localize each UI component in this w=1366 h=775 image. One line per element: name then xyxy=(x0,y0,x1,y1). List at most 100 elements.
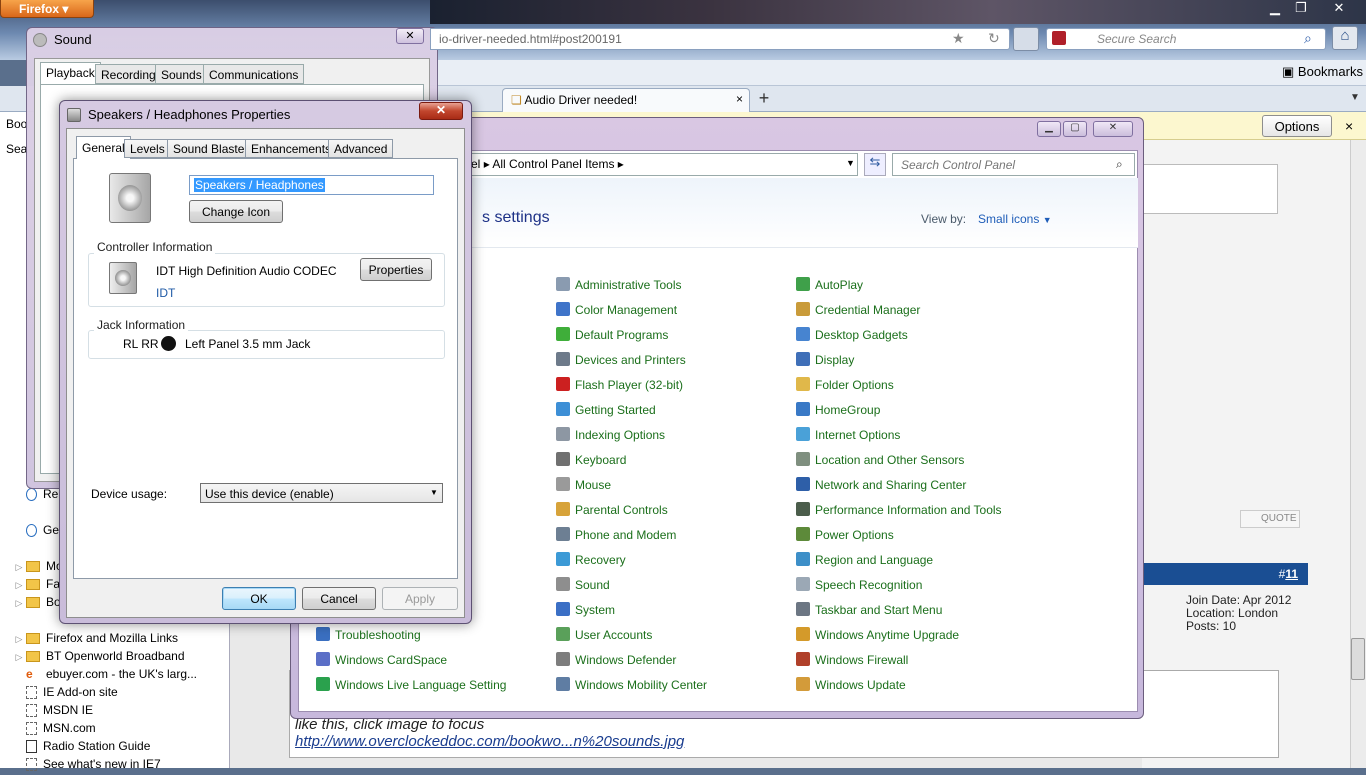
url-bar[interactable]: io-driver-needed.html#post200191 xyxy=(430,28,1010,50)
sidebar-item[interactable]: e ebuyer.com - the UK's larg... xyxy=(12,667,232,685)
cp-item[interactable]: Color Management xyxy=(556,302,677,322)
tab-playback[interactable]: Playback xyxy=(40,62,101,84)
tab-audio-driver[interactable]: ❏ Audio Driver needed! × xyxy=(502,88,750,112)
refresh-icon[interactable]: ⇆ xyxy=(864,153,886,176)
cp-item[interactable]: Speech Recognition xyxy=(796,577,922,597)
quote-button[interactable]: QUOTE xyxy=(1240,510,1300,528)
close-icon[interactable]: ✕ xyxy=(419,102,463,120)
tab-enhancements[interactable]: Enhancements xyxy=(245,139,338,158)
cp-item[interactable]: Windows Update xyxy=(796,677,906,697)
device-usage-select[interactable]: Use this device (enable) xyxy=(200,483,443,503)
cp-item[interactable]: Windows Anytime Upgrade xyxy=(796,627,959,647)
minimize-icon[interactable]: ▁ xyxy=(1037,121,1061,137)
search-icon[interactable]: ⌕ xyxy=(1304,30,1312,47)
apply-button[interactable]: Apply xyxy=(382,587,458,610)
cp-item[interactable]: Windows Live Language Setting xyxy=(316,677,506,697)
tabs-dropdown-icon[interactable]: ▼ xyxy=(1350,92,1360,103)
reload-icon[interactable]: ↻ xyxy=(988,30,1000,47)
sidebar-item[interactable]: IE Add-on site xyxy=(12,685,232,703)
cp-item[interactable]: Phone and Modem xyxy=(556,527,676,547)
cp-item[interactable]: Folder Options xyxy=(796,377,894,397)
cp-item[interactable]: System xyxy=(556,602,615,622)
cp-item[interactable]: AutoPlay xyxy=(796,277,863,297)
cp-item[interactable]: Location and Other Sensors xyxy=(796,452,964,472)
cp-item[interactable]: Parental Controls xyxy=(556,502,668,522)
cp-item[interactable]: Region and Language xyxy=(796,552,933,572)
cancel-button[interactable]: Cancel xyxy=(302,587,376,610)
tab-advanced[interactable]: Advanced xyxy=(328,139,394,158)
search-input[interactable]: Secure Search xyxy=(1046,28,1326,50)
cp-item[interactable]: Devices and Printers xyxy=(556,352,686,372)
restore-icon[interactable]: ❐ xyxy=(1288,0,1314,18)
cp-item[interactable]: Windows CardSpace xyxy=(316,652,447,672)
firefox-menu-button[interactable]: Firefox ▾ xyxy=(0,0,94,18)
tab-levels[interactable]: Levels xyxy=(124,139,171,158)
cp-item[interactable]: Sound xyxy=(556,577,610,597)
sidebar-item[interactable]: MSDN IE xyxy=(12,703,232,721)
sidebar-item[interactable]: ▷ BT Openworld Broadband xyxy=(12,649,232,667)
cp-item[interactable]: Windows Mobility Center xyxy=(556,677,707,697)
cp-item[interactable]: HomeGroup xyxy=(796,402,880,422)
cp-item[interactable]: Default Programs xyxy=(556,327,668,347)
options-button[interactable]: Options xyxy=(1262,115,1332,137)
cp-item[interactable]: Getting Started xyxy=(556,402,656,422)
sidebar-item[interactable]: See what's new in IE7 xyxy=(12,757,232,775)
cp-item[interactable]: Windows Defender xyxy=(556,652,676,672)
chevron-down-icon[interactable]: ▼ xyxy=(430,488,438,497)
sidebar-item[interactable]: MSN.com xyxy=(12,721,232,739)
change-icon-button[interactable]: Change Icon xyxy=(189,200,283,223)
cp-item[interactable]: Administrative Tools xyxy=(556,277,682,297)
cp-item[interactable]: Taskbar and Start Menu xyxy=(796,602,942,622)
page-scrollbar-thumb[interactable] xyxy=(1351,638,1365,680)
close-icon[interactable]: ✕ xyxy=(1093,121,1133,137)
search-input[interactable]: Search Control Panel xyxy=(892,153,1135,176)
expand-arrow-icon[interactable]: ▷ xyxy=(12,652,26,663)
tab-close-icon[interactable]: × xyxy=(736,92,743,106)
cp-item[interactable]: Recovery xyxy=(556,552,626,572)
cp-item[interactable]: Performance Information and Tools xyxy=(796,502,1002,522)
feed-button[interactable] xyxy=(1013,27,1039,51)
search-engine-icon[interactable] xyxy=(1052,31,1066,45)
cp-item[interactable]: Network and Sharing Center xyxy=(796,477,966,497)
cp-item[interactable]: Indexing Options xyxy=(556,427,665,447)
maximize-icon[interactable]: ▢ xyxy=(1063,121,1087,137)
close-icon[interactable]: ✕ xyxy=(396,28,424,44)
device-name-input[interactable]: Speakers / Headphones xyxy=(189,175,434,195)
post-link[interactable]: http://www.overclockeddoc.com/bookwo...n… xyxy=(295,733,684,750)
ok-button[interactable]: OK xyxy=(222,587,296,610)
cp-item[interactable]: Troubleshooting xyxy=(316,627,421,647)
cp-item[interactable]: Keyboard xyxy=(556,452,626,472)
tab-sound-blaster[interactable]: Sound Blaster xyxy=(167,139,255,158)
cp-item[interactable]: Internet Options xyxy=(796,427,900,447)
cp-item[interactable]: Desktop Gadgets xyxy=(796,327,908,347)
new-tab-button[interactable]: + xyxy=(752,88,776,110)
view-by-dropdown[interactable]: Small icons ▼ xyxy=(978,212,1052,226)
controller-vendor-link[interactable]: IDT xyxy=(156,286,175,300)
cp-item[interactable]: Mouse xyxy=(556,477,611,497)
tab-recording[interactable]: Recording xyxy=(95,64,162,84)
cp-item[interactable]: Flash Player (32-bit) xyxy=(556,377,683,397)
sidebar-item[interactable]: ▷ Firefox and Mozilla Links xyxy=(12,631,232,649)
cp-item[interactable]: Credential Manager xyxy=(796,302,920,322)
tab-general[interactable]: General xyxy=(76,136,131,159)
cp-item[interactable]: Power Options xyxy=(796,527,894,547)
chevron-right-icon[interactable]: ▸ xyxy=(618,157,624,171)
minimize-icon[interactable]: ▁ xyxy=(1262,0,1288,18)
tab-communications[interactable]: Communications xyxy=(203,64,305,84)
chevron-down-icon[interactable]: ▼ xyxy=(846,158,855,168)
expand-arrow-icon[interactable]: ▷ xyxy=(12,634,26,645)
tab-sounds[interactable]: Sounds xyxy=(155,64,208,84)
cp-item[interactable]: Windows Firewall xyxy=(796,652,908,672)
bookmarks-menu[interactable]: ▣ Bookmarks xyxy=(1282,64,1363,80)
expand-arrow-icon[interactable]: ▷ xyxy=(12,580,26,591)
cp-item[interactable]: User Accounts xyxy=(556,627,652,647)
close-icon[interactable]: ✕ xyxy=(1326,0,1352,18)
breadcrumb[interactable]: All Control Panel Items xyxy=(492,157,614,171)
post-number-link[interactable]: 11 xyxy=(1285,567,1298,581)
expand-arrow-icon[interactable]: ▷ xyxy=(12,598,26,609)
properties-button[interactable]: Properties xyxy=(360,258,432,281)
search-icon[interactable]: ⌕ xyxy=(1116,157,1123,172)
home-icon[interactable]: ⌂ xyxy=(1332,26,1358,50)
sidebar-item[interactable]: Radio Station Guide xyxy=(12,739,232,757)
expand-arrow-icon[interactable]: ▷ xyxy=(12,562,26,573)
